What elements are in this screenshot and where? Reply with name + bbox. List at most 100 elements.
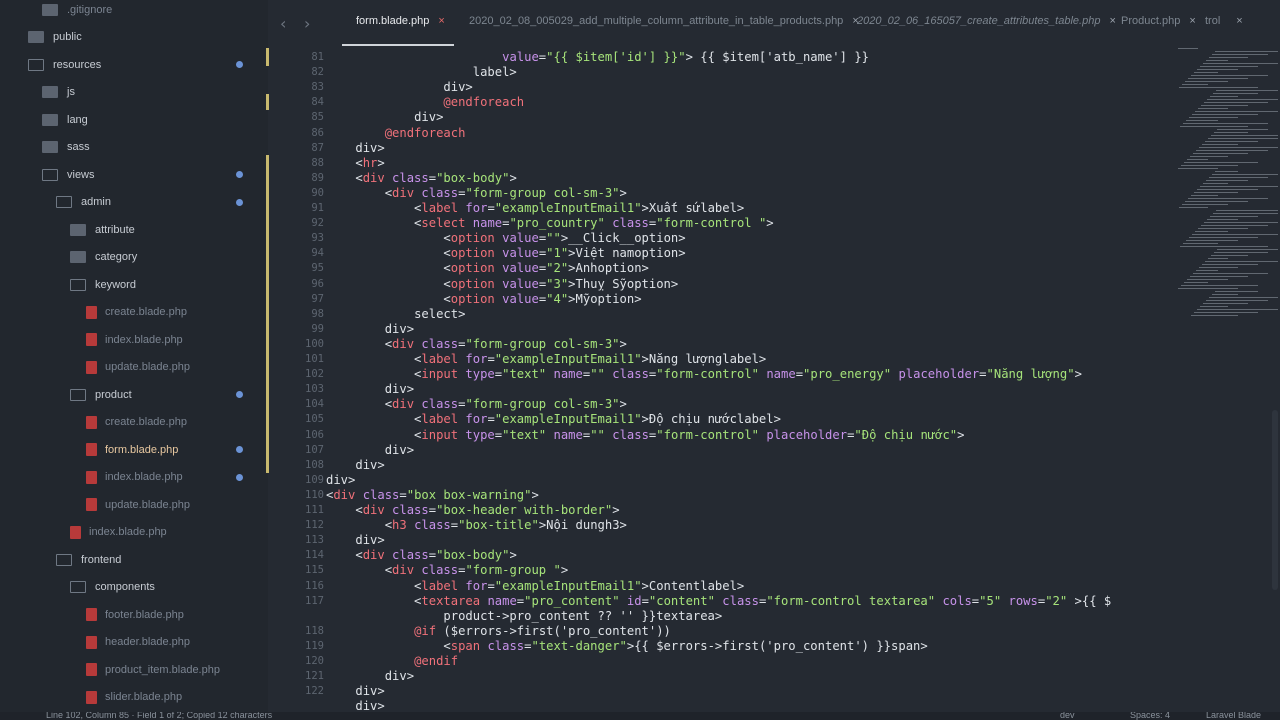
code-line[interactable]: <div class="form-group col-sm-3"> <box>326 186 627 201</box>
sidebar-file[interactable]: .gitignore <box>0 0 268 23</box>
sidebar-folder[interactable]: views <box>0 161 268 188</box>
sidebar-file[interactable]: slider.blade.php <box>0 684 268 711</box>
code-line[interactable]: label> <box>326 65 517 80</box>
sidebar-file[interactable]: create.blade.php <box>0 299 268 326</box>
minimap-line <box>1204 102 1268 103</box>
code-line[interactable]: <label for="exampleInputEmail1">Contentl… <box>326 579 744 594</box>
line-number: 85 <box>311 111 324 124</box>
nav-back-icon[interactable]: ‹ <box>280 14 286 33</box>
code-line[interactable]: <option value="2">Anhoption> <box>326 261 649 276</box>
tab-file[interactable]: 2020_02_06_165057_create_attributes_tabl… <box>857 15 1116 27</box>
minimap-line <box>1205 261 1278 262</box>
sidebar-file[interactable]: form.blade.php <box>0 436 268 463</box>
tab-file[interactable]: Product.php × <box>1121 15 1196 27</box>
code-line[interactable]: <label for="exampleInputEmail1">Năng lượ… <box>326 352 766 367</box>
minimap-line <box>1183 243 1218 244</box>
code-line[interactable]: <div class="box-body"> <box>326 548 516 563</box>
code-line[interactable]: <label for="exampleInputEmail1">Xuất sứl… <box>326 201 744 216</box>
code-line[interactable]: value="{{ $item['id'] }}"> {{ $item['atb… <box>326 50 869 65</box>
code-line[interactable]: <div class="form-group "> <box>326 563 568 578</box>
code-line[interactable]: product->pro_content ?? '' }}textarea> <box>326 609 722 624</box>
code-line[interactable]: div> <box>326 669 414 684</box>
sidebar-folder[interactable]: admin <box>0 189 268 216</box>
code-line[interactable]: div> <box>326 110 443 125</box>
sidebar-folder[interactable]: public <box>0 24 268 51</box>
code-line[interactable]: div> <box>326 382 414 397</box>
line-number: 118 <box>305 624 324 637</box>
code-line[interactable]: <h3 class="box-title">Nội dungh3> <box>326 518 627 533</box>
sidebar-file[interactable]: index.blade.php <box>0 464 268 491</box>
code-line[interactable]: <div class="form-group col-sm-3"> <box>326 397 627 412</box>
sidebar-file[interactable]: index.blade.php <box>0 326 268 353</box>
sidebar-folder[interactable]: sass <box>0 134 268 161</box>
code-line[interactable]: <option value="">__Click__option> <box>326 231 685 246</box>
code-line[interactable]: <span class="text-danger">{{ $errors->fi… <box>326 639 927 654</box>
sidebar-folder[interactable]: js <box>0 79 268 106</box>
code-line[interactable]: <select name="pro_country" class="form-c… <box>326 216 774 231</box>
sidebar-file[interactable]: update.blade.php <box>0 354 268 381</box>
close-tab-icon[interactable]: × <box>1236 15 1242 27</box>
sidebar-file[interactable]: create.blade.php <box>0 409 268 436</box>
code-line[interactable]: <input type="text" name="" class="form-c… <box>326 428 964 443</box>
code-line[interactable]: @endif <box>326 654 458 669</box>
code-line[interactable]: <option value="3">Thuỵ Sỹoption> <box>326 277 678 292</box>
minimap-line <box>1197 309 1278 310</box>
close-tab-icon[interactable]: × <box>1189 15 1195 27</box>
nav-forward-icon[interactable]: › <box>304 14 310 33</box>
sidebar-folder[interactable]: components <box>0 574 268 601</box>
sidebar-folder[interactable]: keyword <box>0 271 268 298</box>
sidebar-file[interactable]: footer.blade.php <box>0 601 268 628</box>
code-line[interactable]: <div class="box box-warning"> <box>326 488 539 503</box>
minimap[interactable] <box>1178 48 1280 328</box>
code-line[interactable]: <option value="4">Mỹoption> <box>326 292 641 307</box>
code-line[interactable]: div> <box>326 322 414 337</box>
code-line[interactable]: div> <box>326 141 384 156</box>
status-syntax[interactable]: Laravel Blade <box>1206 712 1261 720</box>
close-tab-icon[interactable]: × <box>1109 15 1115 27</box>
php-file-icon <box>86 470 97 484</box>
sidebar-file[interactable]: product_item.blade.php <box>0 656 268 683</box>
code-line[interactable]: select> <box>326 307 465 322</box>
status-indentation[interactable]: Spaces: 4 <box>1130 712 1170 720</box>
php-file-icon <box>86 360 97 374</box>
code-line[interactable]: @if ($errors->first('pro_content')) <box>326 624 671 639</box>
modified-dot-icon <box>236 61 243 68</box>
sidebar-file[interactable]: update.blade.php <box>0 491 268 518</box>
code-line[interactable]: div> <box>326 684 384 699</box>
sidebar-folder[interactable]: product <box>0 381 268 408</box>
sidebar-folder[interactable]: frontend <box>0 546 268 573</box>
sidebar-folder[interactable]: category <box>0 244 268 271</box>
close-tab-icon[interactable]: × <box>438 15 444 27</box>
tab-file[interactable]: 2020_02_08_005029_add_multiple_column_at… <box>469 15 859 27</box>
tab-file[interactable]: trol × <box>1205 15 1243 27</box>
code-line[interactable]: div> <box>326 80 472 95</box>
code-line[interactable]: div> <box>326 473 355 488</box>
sidebar-item-label: slider.blade.php <box>105 691 183 703</box>
vertical-scrollbar[interactable] <box>1272 410 1278 590</box>
code-line[interactable]: <label for="exampleInputEmail1">Độ chịu … <box>326 412 781 427</box>
folder-open-icon <box>56 196 72 208</box>
tab-file[interactable]: form.blade.php × <box>356 15 445 27</box>
sidebar-file[interactable]: header.blade.php <box>0 629 268 656</box>
folder-open-icon <box>70 388 86 401</box>
sidebar-folder[interactable]: attribute <box>0 216 268 243</box>
status-branch[interactable]: dev <box>1060 712 1075 720</box>
code-line[interactable]: div> <box>326 533 384 548</box>
php-file-icon <box>86 498 97 511</box>
code-line[interactable]: <div class="form-group col-sm-3"> <box>326 337 627 352</box>
code-line[interactable]: div> <box>326 443 414 458</box>
code-line[interactable]: @endforeach <box>326 126 466 141</box>
code-line[interactable]: @endforeach <box>326 95 524 110</box>
code-line[interactable]: <input type="text" name="" class="form-c… <box>326 367 1082 382</box>
code-line[interactable]: <textarea name="pro_content" id="content… <box>326 594 1111 609</box>
code-editor[interactable]: 81 value="{{ $item['id'] }}"> {{ $item['… <box>305 48 1180 713</box>
code-line[interactable]: <div class="box-body"> <box>326 171 516 186</box>
code-line[interactable]: <div class="box-header with-border"> <box>326 503 619 518</box>
sidebar-file[interactable]: index.blade.php <box>0 519 268 546</box>
code-line[interactable]: <option value="1">Việt namoption> <box>326 246 685 261</box>
sidebar-folder[interactable]: resources <box>0 51 268 78</box>
code-line[interactable]: <hr> <box>326 156 384 171</box>
sidebar-folder[interactable]: lang <box>0 106 268 133</box>
minimap-line <box>1207 99 1278 100</box>
code-line[interactable]: div> <box>326 458 384 473</box>
